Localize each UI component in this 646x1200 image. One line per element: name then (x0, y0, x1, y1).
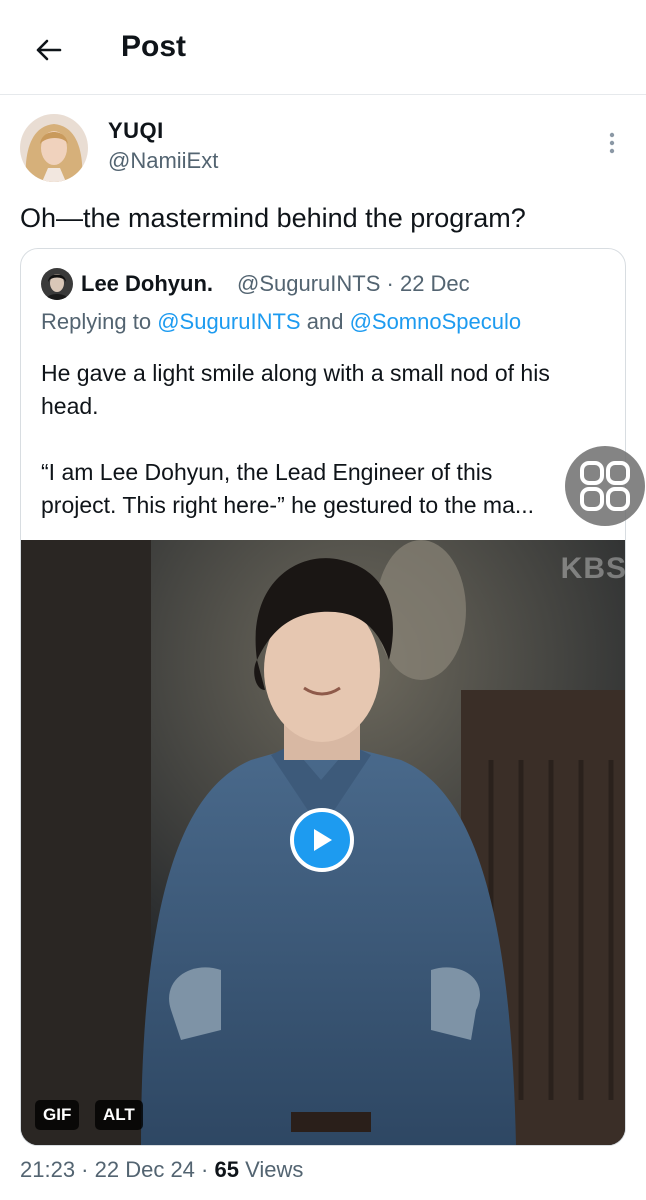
play-icon (314, 829, 332, 851)
separator-dot: · (380, 271, 400, 296)
quoted-avatar[interactable] (41, 268, 73, 300)
post-text: Oh—the mastermind behind the program? (20, 203, 526, 233)
quoted-date: 22 Dec (399, 271, 470, 296)
user-handle[interactable]: @NamiiExt (108, 148, 218, 174)
back-button[interactable] (24, 26, 72, 74)
play-button[interactable] (290, 808, 354, 872)
conjunction-text: and (306, 309, 344, 334)
post-date: 22 Dec 24 (94, 1157, 195, 1182)
quoted-paragraph-line: “I am Lee Dohyun, the Lead Engineer of t… (41, 459, 493, 485)
mention-link[interactable]: @SomnoSpeculo (350, 309, 522, 334)
views-count[interactable]: 65 (214, 1157, 238, 1182)
replying-prefix: Replying to (41, 309, 152, 334)
top-bar: Post (0, 0, 646, 95)
mention-link[interactable]: @SuguruINTS (157, 309, 300, 334)
post-time: 21:23 (20, 1157, 76, 1182)
quoted-author-handle[interactable]: @SuguruINTS (237, 271, 380, 296)
floating-apps-button[interactable] (565, 446, 645, 526)
more-options-button[interactable] (600, 128, 624, 158)
quoted-paragraph-line: project. This right here-” he gestured t… (41, 492, 535, 518)
alt-badge[interactable]: ALT (95, 1100, 143, 1130)
views-label: Views (245, 1157, 304, 1182)
avatar[interactable] (20, 114, 88, 182)
page-title: Post (121, 30, 187, 63)
grid-icon (580, 461, 630, 511)
post-metadata: 21:23 · 22 Dec 24 · 65 Views (20, 1157, 303, 1183)
channel-watermark: KBS (560, 552, 626, 585)
video-thumbnail[interactable]: KBS GIF ALT (21, 540, 626, 1145)
vertical-ellipsis-icon (609, 132, 615, 154)
display-name[interactable]: YUQI (108, 118, 164, 144)
separator-dot: · (194, 1157, 215, 1182)
quoted-body: He gave a light smile along with a small… (41, 357, 601, 522)
separator-dot: · (75, 1157, 95, 1182)
quoted-author-meta: @SuguruINTS · 22 Dec (237, 271, 470, 297)
quoted-author-name[interactable]: Lee Dohyun. (81, 271, 213, 297)
quoted-paragraph: He gave a light smile along with a small… (41, 360, 550, 419)
arrow-left-icon (36, 39, 62, 61)
quoted-post[interactable]: Lee Dohyun. @SuguruINTS · 22 Dec Replyin… (20, 248, 626, 1146)
replying-to-line: Replying to @SuguruINTS and @SomnoSpecul… (41, 309, 521, 335)
gif-badge: GIF (35, 1100, 80, 1130)
